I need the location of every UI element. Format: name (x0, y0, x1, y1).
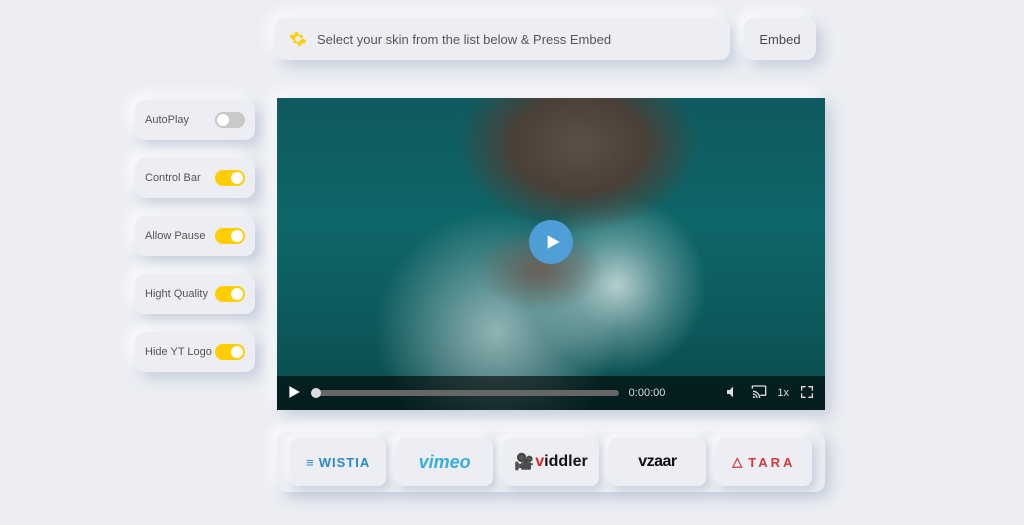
provider-label: vimeo (419, 452, 471, 473)
toggle-label: Allow Pause (145, 230, 206, 242)
time-display: 0:00:00 (629, 387, 666, 399)
triangle-icon: △ (732, 454, 745, 470)
controlbar-play-button[interactable] (287, 385, 301, 402)
provider-label: iddler (544, 453, 588, 471)
play-overlay-button[interactable] (529, 220, 573, 264)
video-control-bar: 0:00:00 1x (277, 376, 825, 410)
provider-viddler[interactable]: 🎥viddler (503, 438, 599, 486)
cast-button[interactable] (751, 384, 767, 403)
toggle-hide-yt-logo[interactable]: Hide YT Logo (135, 332, 255, 372)
switch-icon[interactable] (215, 228, 245, 244)
seek-knob[interactable] (311, 388, 321, 398)
switch-icon[interactable] (215, 286, 245, 302)
provider-label: WISTIA (319, 455, 371, 470)
provider-label: TARA (748, 455, 795, 470)
provider-tara[interactable]: △TARA (716, 438, 812, 486)
seek-bar[interactable] (311, 390, 619, 396)
fullscreen-button[interactable] (799, 384, 815, 403)
toggle-label: Hight Quality (145, 288, 208, 300)
toggle-label: AutoPlay (145, 114, 189, 126)
options-sidebar: AutoPlay Control Bar Allow Pause Hight Q… (135, 100, 255, 372)
embed-button[interactable]: Embed (744, 18, 816, 60)
provider-vzaar[interactable]: vzaar (609, 438, 705, 486)
playback-speed[interactable]: 1x (777, 387, 789, 399)
switch-icon[interactable] (215, 170, 245, 186)
camera-icon: 🎥 (514, 452, 534, 472)
video-preview: 0:00:00 1x (277, 98, 825, 410)
provider-label: vzaar (638, 453, 676, 471)
switch-icon[interactable] (215, 112, 245, 128)
toggle-allow-pause[interactable]: Allow Pause (135, 216, 255, 256)
instruction-panel: Select your skin from the list below & P… (275, 18, 730, 60)
provider-vimeo[interactable]: vimeo (396, 438, 492, 486)
toggle-autoplay[interactable]: AutoPlay (135, 100, 255, 140)
provider-wistia[interactable]: ≡ WISTIA (290, 438, 386, 486)
toggle-label: Control Bar (145, 172, 201, 184)
volume-button[interactable] (725, 384, 741, 403)
switch-icon[interactable] (215, 344, 245, 360)
toggle-control-bar[interactable]: Control Bar (135, 158, 255, 198)
gear-icon (289, 30, 307, 48)
play-icon (545, 234, 561, 250)
instruction-text: Select your skin from the list below & P… (317, 32, 611, 47)
wistia-icon: ≡ (306, 455, 315, 470)
toggle-label: Hide YT Logo (145, 346, 212, 358)
toggle-high-quality[interactable]: Hight Quality (135, 274, 255, 314)
provider-row: ≡ WISTIA vimeo 🎥viddler vzaar △TARA (277, 432, 825, 492)
